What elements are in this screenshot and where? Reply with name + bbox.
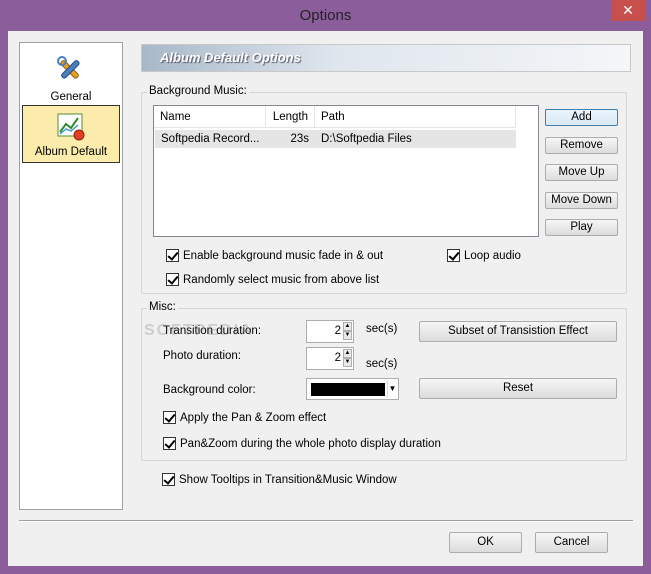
background-color-picker[interactable]: ▼ <box>306 378 399 400</box>
tools-icon <box>57 56 80 79</box>
transition-duration-value[interactable]: 2 <box>335 325 341 337</box>
nav-item-general[interactable]: General <box>22 49 120 107</box>
pan-zoom-whole-checkbox[interactable]: Pan&Zoom during the whole photo display … <box>163 437 441 451</box>
photo-unit-label: sec(s) <box>366 358 398 370</box>
up-arrow-icon[interactable]: ▲ <box>343 322 352 331</box>
photo-duration-value[interactable]: 2 <box>335 352 341 364</box>
show-tooltips-label: Show Tooltips in Transition&Music Window <box>179 474 397 486</box>
title-bar[interactable]: Options ✕ <box>0 0 651 31</box>
column-path[interactable]: Path <box>315 106 516 128</box>
music-name-cell: Softpedia Record... <box>161 133 260 145</box>
checkbox-checked[interactable] <box>166 249 179 262</box>
transition-duration-stepper[interactable]: 2 ▲ ▼ <box>306 320 354 343</box>
music-length-cell: 23s <box>290 133 309 145</box>
music-list[interactable]: Name Length Path Softpedia Record... 23s… <box>153 105 539 237</box>
pan-zoom-label: Apply the Pan & Zoom effect <box>180 412 327 424</box>
play-button[interactable]: Play <box>545 219 618 236</box>
loop-audio-checkbox[interactable]: Loop audio <box>447 249 521 263</box>
up-arrow-icon[interactable]: ▲ <box>343 349 352 358</box>
nav-label-album-default: Album Default <box>34 146 108 158</box>
transition-unit-label: sec(s) <box>366 323 398 335</box>
checkbox-checked[interactable] <box>163 411 176 424</box>
background-music-legend: Background Music: <box>147 85 249 97</box>
add-button[interactable]: Add <box>545 109 618 126</box>
chevron-down-icon[interactable]: ▼ <box>387 380 397 398</box>
options-window: Options ✕ General Album Default Album De… <box>0 0 651 574</box>
cancel-button[interactable]: Cancel <box>535 532 608 553</box>
loop-audio-label: Loop audio <box>464 250 521 262</box>
close-button[interactable]: ✕ <box>611 0 645 21</box>
checkbox-checked[interactable] <box>162 473 175 486</box>
nav-label-general: General <box>50 91 92 103</box>
fade-checkbox[interactable]: Enable background music fade in & out <box>166 249 383 263</box>
reset-button[interactable]: Reset <box>419 378 617 399</box>
checkbox-checked[interactable] <box>163 437 176 450</box>
remove-button[interactable]: Remove <box>545 137 618 154</box>
stepper-arrows[interactable]: ▲ ▼ <box>343 322 352 341</box>
table-row[interactable]: Softpedia Record... 23s D:\Softpedia Fil… <box>155 130 516 148</box>
color-swatch <box>311 383 385 396</box>
down-arrow-icon[interactable]: ▼ <box>343 358 352 367</box>
music-list-header: Name Length Path <box>154 106 516 128</box>
checkbox-checked[interactable] <box>166 273 179 286</box>
photo-duration-label: Photo duration: <box>163 350 242 362</box>
column-name[interactable]: Name <box>154 106 266 128</box>
misc-legend: Misc: <box>147 301 178 313</box>
dialog-client: General Album Default Album Default Opti… <box>8 31 643 566</box>
photo-duration-stepper[interactable]: 2 ▲ ▼ <box>306 347 354 370</box>
nav-item-album-default[interactable]: Album Default <box>22 105 120 163</box>
random-music-label: Randomly select music from above list <box>183 274 380 286</box>
section-title: Album Default Options <box>160 50 301 65</box>
move-down-button[interactable]: Move Down <box>545 192 618 209</box>
music-path-cell: D:\Softpedia Files <box>321 133 412 145</box>
watermark-logo: SOFTPEDIA <box>144 322 254 339</box>
fade-label: Enable background music fade in & out <box>183 250 384 262</box>
album-chart-icon <box>57 113 85 141</box>
random-music-checkbox[interactable]: Randomly select music from above list <box>166 273 379 287</box>
down-arrow-icon[interactable]: ▼ <box>343 331 352 340</box>
category-nav: General Album Default <box>19 42 123 510</box>
pan-zoom-checkbox[interactable]: Apply the Pan & Zoom effect <box>163 411 326 425</box>
footer-divider <box>19 520 633 522</box>
pan-zoom-whole-label: Pan&Zoom during the whole photo display … <box>180 438 441 450</box>
window-title: Options <box>299 7 352 24</box>
background-color-label: Background color: <box>163 384 256 396</box>
stepper-arrows[interactable]: ▲ ▼ <box>343 349 352 368</box>
ok-button[interactable]: OK <box>449 532 522 553</box>
move-up-button[interactable]: Move Up <box>545 164 618 181</box>
checkbox-checked[interactable] <box>447 249 460 262</box>
section-header: Album Default Options <box>141 44 631 72</box>
subset-transition-button[interactable]: Subset of Transistion Effect <box>419 321 617 342</box>
column-length[interactable]: Length <box>266 106 315 128</box>
show-tooltips-checkbox[interactable]: Show Tooltips in Transition&Music Window <box>162 473 397 487</box>
